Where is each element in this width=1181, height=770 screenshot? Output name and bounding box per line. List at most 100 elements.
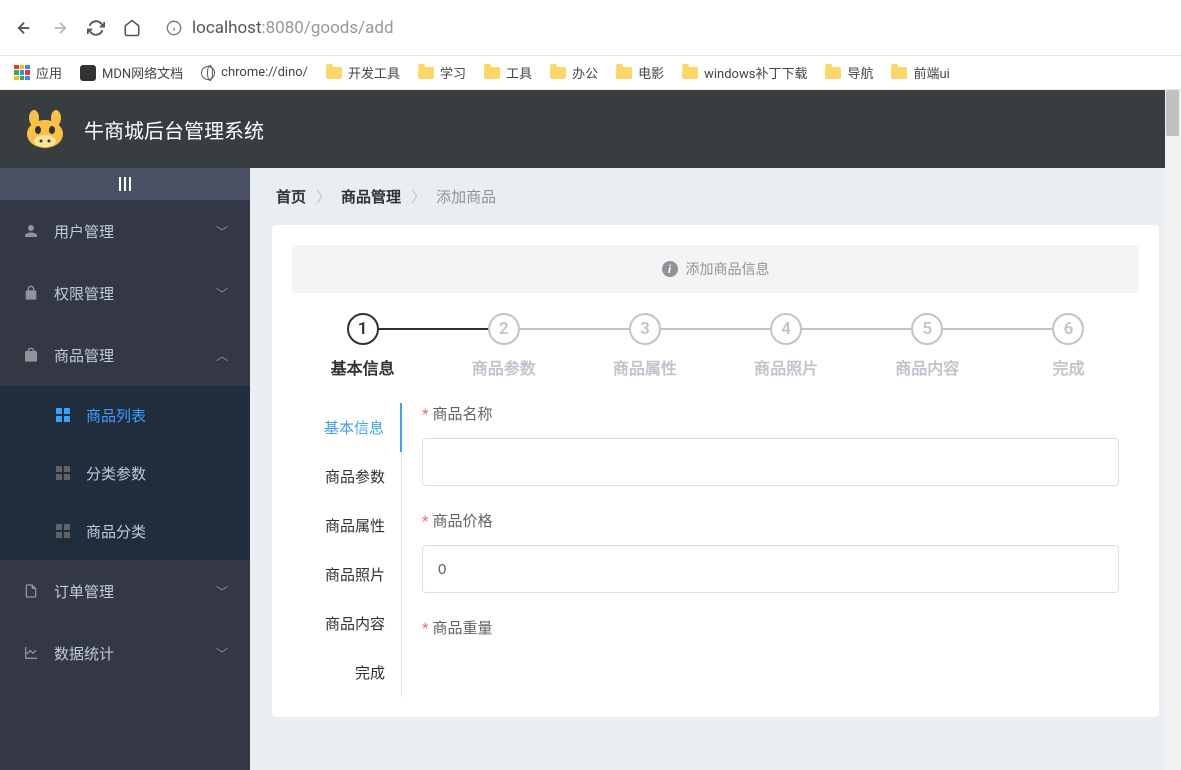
info-alert: i 添加商品信息 — [292, 245, 1139, 293]
scrollbar[interactable] — [1165, 90, 1181, 770]
bookmark-devtools[interactable]: 开发工具 — [326, 63, 400, 82]
alert-text: 添加商品信息 — [686, 259, 770, 279]
bookmark-study[interactable]: 学习 — [418, 63, 466, 82]
breadcrumb-sep: 〉 — [411, 186, 426, 207]
logo — [20, 108, 70, 150]
bookmark-apps[interactable]: 应用 — [14, 63, 62, 82]
breadcrumb: 首页 〉 商品管理 〉 添加商品 — [250, 168, 1181, 225]
menu-label: 订单管理 — [54, 581, 202, 602]
breadcrumb-home[interactable]: 首页 — [276, 186, 306, 207]
app-header: 牛商城后台管理系统 — [0, 90, 1181, 168]
menu-goods[interactable]: 商品管理 ︿ — [0, 324, 250, 386]
breadcrumb-current: 添加商品 — [436, 186, 496, 207]
users-icon — [22, 222, 40, 240]
info-icon — [166, 20, 182, 36]
folder-icon — [550, 67, 566, 79]
menu-user[interactable]: 用户管理 ﹀ — [0, 200, 250, 262]
scrollbar-thumb[interactable] — [1166, 90, 1179, 136]
step-title: 完成 — [998, 355, 1139, 379]
submenu-label: 分类参数 — [86, 463, 146, 484]
url-bar[interactable]: localhost:8080/goods/add — [158, 14, 1167, 42]
bookmark-nav[interactable]: 导航 — [825, 63, 873, 82]
folder-icon — [825, 67, 841, 79]
bookmark-movies[interactable]: 电影 — [616, 63, 664, 82]
sidebar: 用户管理 ﹀ 权限管理 ﹀ 商品管理 ︿ 商品列表 分类参数 商品分类 — [0, 168, 250, 770]
step-title: 商品属性 — [574, 355, 715, 379]
goods-name-input[interactable] — [422, 438, 1119, 486]
submenu-label: 商品列表 — [86, 405, 146, 426]
document-icon — [22, 582, 40, 600]
step-number: 3 — [629, 313, 661, 345]
chevron-up-icon: ︿ — [216, 347, 228, 364]
menu-stats[interactable]: 数据统计 ﹀ — [0, 622, 250, 684]
tab-done[interactable]: 完成 — [292, 648, 401, 697]
required-mark: * — [422, 405, 428, 423]
menu-label: 用户管理 — [54, 221, 202, 242]
submenu-category-params[interactable]: 分类参数 — [0, 444, 250, 502]
submenu-goods-list[interactable]: 商品列表 — [0, 386, 250, 444]
menu-order[interactable]: 订单管理 ﹀ — [0, 560, 250, 622]
chevron-down-icon: ﹀ — [216, 645, 228, 662]
bookmark-frontend[interactable]: 前端ui — [891, 63, 949, 82]
form-tabs: 基本信息 商品参数 商品属性 商品照片 商品内容 完成 — [292, 403, 402, 697]
bookmark-mdn[interactable]: MDN网络文档 — [80, 63, 183, 82]
collapse-icon — [119, 177, 131, 191]
sidebar-collapse-toggle[interactable] — [0, 168, 250, 200]
apps-icon — [14, 65, 30, 81]
price-label: * 商品价格 — [422, 510, 1119, 531]
bookmark-windows[interactable]: windows补丁下载 — [682, 63, 807, 82]
bookmark-dino[interactable]: chrome://dino/ — [201, 65, 308, 80]
reload-button[interactable] — [86, 18, 106, 38]
tab-basic[interactable]: 基本信息 — [292, 403, 402, 452]
menu-permission[interactable]: 权限管理 ﹀ — [0, 262, 250, 324]
tab-photos[interactable]: 商品照片 — [292, 550, 401, 599]
globe-icon — [201, 66, 215, 80]
steps: 1 基本信息 2 商品参数 3 商品属性 4 商品照片 — [272, 313, 1159, 403]
form-fields: * 商品名称 * 商品价格 * 商品重量 — [402, 403, 1139, 697]
back-button[interactable] — [14, 18, 34, 38]
required-mark: * — [422, 619, 428, 637]
step-title: 商品参数 — [433, 355, 574, 379]
bookmark-office[interactable]: 办公 — [550, 63, 598, 82]
bookmarks-bar: 应用 MDN网络文档 chrome://dino/ 开发工具 学习 工具 办公 … — [0, 56, 1181, 90]
required-mark: * — [422, 512, 428, 530]
app-title: 牛商城后台管理系统 — [84, 115, 264, 144]
grid-icon — [54, 406, 72, 424]
step-number: 1 — [347, 313, 379, 345]
submenu-label: 商品分类 — [86, 521, 146, 542]
menu-label: 商品管理 — [54, 345, 202, 366]
home-button[interactable] — [122, 18, 142, 38]
grid-icon — [54, 522, 72, 540]
tab-content[interactable]: 商品内容 — [292, 599, 401, 648]
chevron-down-icon: ﹀ — [216, 223, 228, 240]
lock-icon — [22, 284, 40, 302]
step-number: 4 — [770, 313, 802, 345]
folder-icon — [484, 67, 500, 79]
name-label: * 商品名称 — [422, 403, 1119, 424]
breadcrumb-sep: 〉 — [316, 186, 331, 207]
submenu-goods-category[interactable]: 商品分类 — [0, 502, 250, 560]
site-icon — [80, 65, 96, 81]
goods-price-input[interactable] — [422, 545, 1119, 593]
menu-label: 数据统计 — [54, 643, 202, 664]
tab-attrs[interactable]: 商品属性 — [292, 501, 401, 550]
step-4: 4 商品照片 — [716, 313, 857, 379]
form-area: 基本信息 商品参数 商品属性 商品照片 商品内容 完成 * 商品名称 — [272, 403, 1159, 697]
forward-button[interactable] — [50, 18, 70, 38]
bookmark-tools[interactable]: 工具 — [484, 63, 532, 82]
form-card: i 添加商品信息 1 基本信息 2 商品参数 3 商品属性 — [272, 225, 1159, 717]
step-title: 商品照片 — [716, 355, 857, 379]
menu-label: 权限管理 — [54, 283, 202, 304]
step-2: 2 商品参数 — [433, 313, 574, 379]
breadcrumb-parent[interactable]: 商品管理 — [341, 186, 401, 207]
step-1: 1 基本信息 — [292, 313, 433, 379]
step-5: 5 商品内容 — [857, 313, 998, 379]
step-number: 2 — [488, 313, 520, 345]
step-6: 6 完成 — [998, 313, 1139, 379]
folder-icon — [418, 67, 434, 79]
step-3: 3 商品属性 — [574, 313, 715, 379]
tab-params[interactable]: 商品参数 — [292, 452, 401, 501]
bag-icon — [22, 346, 40, 364]
browser-nav-bar: localhost:8080/goods/add — [0, 0, 1181, 56]
step-number: 6 — [1052, 313, 1084, 345]
